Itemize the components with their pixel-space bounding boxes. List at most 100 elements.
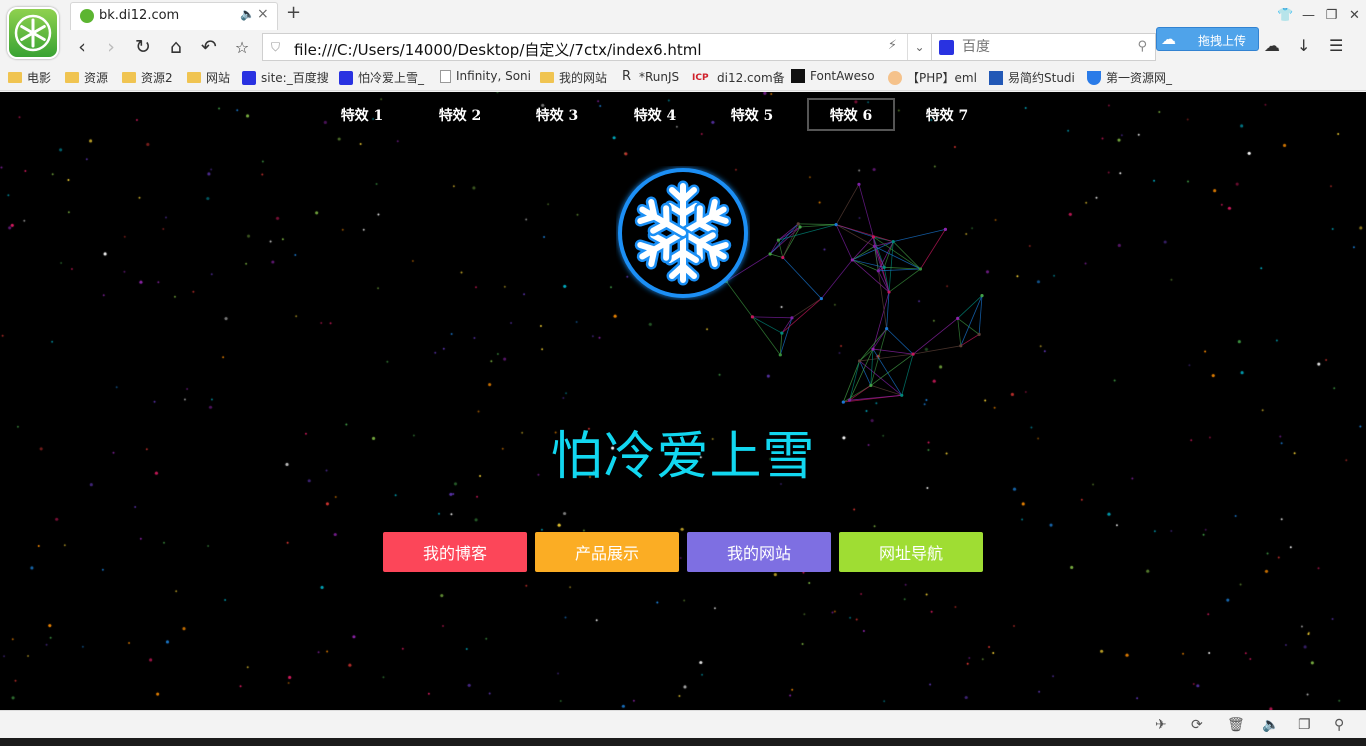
effect-nav: 特效 1 特效 2 特效 3 特效 4 特效 5 特效 6 特效 7: [0, 98, 1366, 131]
search-input[interactable]: [962, 39, 1132, 55]
browser-tab[interactable]: bk.di12.com 🔈 ×: [70, 2, 278, 30]
my-website-button[interactable]: 我的网站: [687, 532, 831, 572]
address-dropdown-icon[interactable]: ⌄: [907, 34, 931, 60]
folder-icon: [65, 72, 79, 83]
network-node: [911, 352, 915, 356]
bookmark-item[interactable]: 电影: [8, 69, 51, 86]
baidu-paw-icon[interactable]: [939, 40, 954, 55]
network-node: [796, 222, 800, 226]
network-link: [913, 345, 961, 355]
address-text[interactable]: file:///C:/Users/14000/Desktop/自定义/7ctx/…: [294, 39, 702, 60]
network-link: [752, 316, 783, 334]
url-navigation-button[interactable]: 网址导航: [839, 532, 983, 572]
close-window-icon[interactable]: ✕: [1343, 0, 1366, 30]
undo-close-icon[interactable]: ↶: [196, 34, 222, 60]
network-node: [876, 269, 880, 273]
network-link: [769, 226, 801, 255]
forward-icon[interactable]: ›: [98, 34, 124, 60]
trash-icon[interactable]: 🗑: [1227, 717, 1245, 733]
bookmark-item[interactable]: R *RunJS: [622, 69, 679, 84]
network-node: [900, 393, 904, 397]
bookmark-item[interactable]: 网站: [187, 69, 230, 86]
new-tab-button[interactable]: +: [286, 2, 301, 23]
window-icon[interactable]: ❐: [1298, 717, 1311, 733]
network-link: [752, 316, 792, 319]
tab-effect-5[interactable]: 特效 5: [708, 98, 796, 131]
product-showcase-button[interactable]: 产品展示: [535, 532, 679, 572]
search-box[interactable]: ⚲: [932, 33, 1156, 61]
bookmark-item[interactable]: 第一资源网_: [1087, 69, 1172, 86]
bookmark-item[interactable]: 易简约Studi: [989, 69, 1075, 86]
network-node: [857, 182, 861, 186]
network-link: [752, 316, 781, 356]
tab-effect-3[interactable]: 特效 3: [513, 98, 601, 131]
bookmark-item[interactable]: FontAweso: [791, 69, 875, 83]
refresh-circle-icon[interactable]: ⟳: [1191, 717, 1203, 733]
network-link: [893, 228, 946, 243]
network-link: [912, 318, 958, 355]
bookmark-item[interactable]: Infinity, Soni: [440, 69, 531, 83]
tab-close-icon[interactable]: ×: [257, 6, 269, 22]
tab-effect-6[interactable]: 特效 6: [807, 98, 895, 131]
tab-effect-7[interactable]: 特效 7: [903, 98, 991, 131]
search-icon[interactable]: ⚲: [1137, 39, 1147, 54]
menu-icon[interactable]: ☰: [1329, 36, 1343, 55]
network-link: [888, 268, 921, 293]
network-link: [858, 184, 874, 238]
bookmark-item[interactable]: 资源: [65, 69, 108, 86]
network-link: [769, 223, 799, 255]
network-link: [957, 318, 962, 346]
page-viewport: 特效 1 特效 2 特效 3 特效 4 特效 5 特效 6 特效 7 怕冷爱上雪…: [0, 92, 1366, 710]
volume-icon[interactable]: 🔈: [1262, 717, 1279, 733]
network-node: [850, 258, 854, 262]
network-link: [957, 318, 980, 335]
folder-icon: [540, 72, 554, 83]
network-link: [886, 328, 914, 355]
bookmark-item[interactable]: 怕冷爱上雪_: [339, 69, 424, 86]
network-link: [769, 239, 779, 255]
zoom-icon[interactable]: ⚲: [1334, 717, 1344, 733]
network-node: [959, 344, 963, 348]
maximize-icon[interactable]: ❐: [1320, 0, 1343, 30]
network-link: [901, 354, 914, 396]
my-blog-button[interactable]: 我的博客: [383, 532, 527, 572]
network-node: [869, 383, 873, 388]
favorite-star-icon[interactable]: ☆: [229, 34, 255, 60]
address-bar[interactable]: ⛉ file:///C:/Users/14000/Desktop/自定义/7ct…: [262, 33, 932, 61]
network-link: [884, 266, 921, 270]
drag-upload-button[interactable]: ☁ 拖拽上传: [1156, 27, 1259, 51]
site-title: 怕冷爱上雪: [550, 427, 816, 487]
browser-logo-icon[interactable]: [7, 7, 59, 59]
network-node: [857, 359, 862, 363]
baidu-paw-icon: [339, 70, 353, 85]
php-face-icon: [888, 70, 902, 85]
easy-studio-icon: [989, 70, 1003, 85]
page-icon: [440, 69, 451, 83]
network-link: [872, 348, 914, 355]
pin-icon[interactable]: ✈: [1155, 717, 1167, 733]
network-node: [871, 347, 875, 351]
back-icon[interactable]: ‹: [69, 34, 95, 60]
tab-favicon-icon: [80, 9, 94, 23]
download-icon[interactable]: ↓: [1297, 36, 1310, 55]
bookmark-item[interactable]: 我的网站: [540, 69, 607, 86]
tab-effect-1[interactable]: 特效 1: [318, 98, 406, 131]
skin-icon[interactable]: 👕: [1274, 0, 1297, 30]
reload-icon[interactable]: ↻: [130, 34, 156, 60]
tab-effect-4[interactable]: 特效 4: [611, 98, 699, 131]
bookmark-item[interactable]: 资源2: [122, 69, 173, 86]
speaker-icon[interactable]: 🔈: [240, 7, 255, 21]
baidu-paw-icon: [242, 70, 256, 85]
network-node: [918, 267, 923, 271]
tab-effect-2[interactable]: 特效 2: [416, 98, 504, 131]
bookmark-item[interactable]: ICP di12.com备: [692, 69, 785, 86]
bookmark-item[interactable]: site:_百度搜: [242, 69, 329, 86]
cloud-icon[interactable]: ☁: [1264, 36, 1280, 55]
fontawesome-flag-icon: [791, 69, 805, 83]
speed-mode-icon[interactable]: ⚡: [888, 38, 897, 53]
home-icon[interactable]: ⌂: [163, 34, 189, 60]
bookmark-item[interactable]: 【PHP】eml: [888, 69, 977, 86]
tab-bar: bk.di12.com 🔈 × + 👕 — ❐ ✕: [0, 0, 1366, 59]
window-controls: 👕 — ❐ ✕: [1274, 0, 1366, 30]
minimize-icon[interactable]: —: [1297, 0, 1320, 30]
